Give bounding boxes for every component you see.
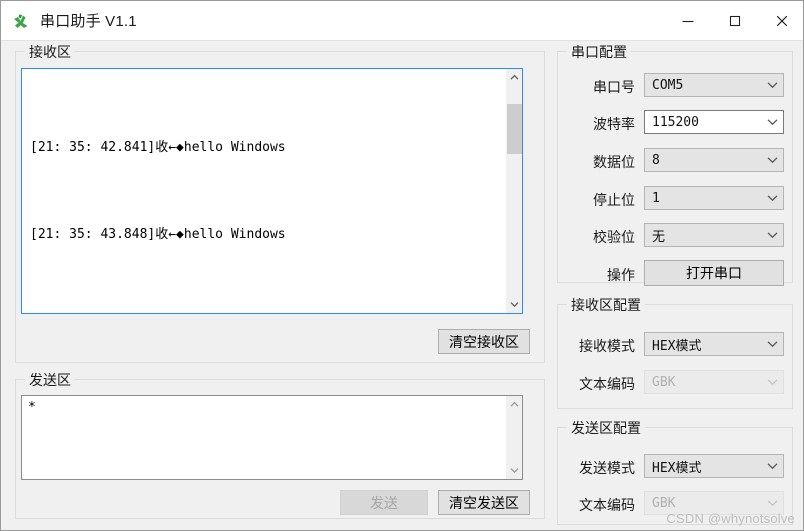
receive-group-title: 接收区 <box>25 42 75 62</box>
receive-line: [21: 35: 43.854]收←◆hello Windows <box>30 307 505 313</box>
qt-logo-icon <box>10 10 32 32</box>
clear-send-button[interactable]: 清空发送区 <box>438 490 530 515</box>
serial-port-combo[interactable]: COM5 <box>644 73 784 97</box>
receive-encoding-value: GBK <box>652 374 676 390</box>
chevron-down-icon <box>761 118 783 126</box>
stop-bits-combo[interactable]: 1 <box>644 186 784 210</box>
receive-encoding-label: 文本编码 <box>579 376 635 392</box>
clear-receive-button[interactable]: 清空接收区 <box>438 329 530 354</box>
window-controls <box>664 1 803 41</box>
baud-rate-label: 波特率 <box>593 116 635 132</box>
serial-port-label: 串口号 <box>593 79 635 95</box>
send-textarea[interactable]: * <box>21 395 523 480</box>
receive-scrollbar[interactable] <box>505 69 522 313</box>
send-config-title: 发送区配置 <box>567 418 645 438</box>
chevron-down-icon <box>761 156 783 164</box>
chevron-down-icon <box>761 499 783 507</box>
receive-encoding-combo[interactable]: GBK <box>644 370 784 394</box>
chevron-down-icon <box>761 81 783 89</box>
send-button[interactable]: 发送 <box>340 490 428 515</box>
send-mode-combo[interactable]: HEX模式 <box>644 454 784 478</box>
receive-mode-value: HEX模式 <box>652 338 702 354</box>
baud-rate-value: 115200 <box>652 114 699 130</box>
serial-config-title: 串口配置 <box>567 42 631 62</box>
receive-mode-combo[interactable]: HEX模式 <box>644 332 784 356</box>
chevron-down-icon <box>761 340 783 348</box>
receive-line: [21: 35: 43.848]收←◆hello Windows <box>30 227 286 242</box>
data-bits-combo[interactable]: 8 <box>644 148 784 172</box>
parity-label: 校验位 <box>593 229 635 245</box>
chevron-down-icon <box>761 462 783 470</box>
open-serial-port-button[interactable]: 打开串口 <box>644 260 784 286</box>
send-text-value: * <box>28 400 36 415</box>
serial-assistant-window: 串口助手 V1.1 接收区 [21: 35: 42.841]收←◆hello W… <box>0 0 804 531</box>
send-encoding-label: 文本编码 <box>579 497 635 513</box>
baud-rate-combo[interactable]: 115200 <box>644 110 784 134</box>
scroll-thumb[interactable] <box>507 104 522 154</box>
maximize-icon[interactable] <box>711 1 758 41</box>
data-bits-value: 8 <box>652 152 660 168</box>
watermark: CSDN @whynotsolve <box>666 511 795 526</box>
receive-mode-label: 接收模式 <box>579 338 635 354</box>
send-mode-label: 发送模式 <box>579 460 635 476</box>
operation-label: 操作 <box>607 267 635 283</box>
data-bits-label: 数据位 <box>593 154 635 170</box>
send-mode-value: HEX模式 <box>652 460 702 476</box>
chevron-down-icon <box>761 194 783 202</box>
window-title: 串口助手 V1.1 <box>40 13 137 30</box>
receive-text-body: [21: 35: 42.841]收←◆hello Windows [21: 35… <box>22 69 505 313</box>
scroll-down-icon[interactable] <box>506 296 522 313</box>
receive-line: [21: 35: 42.841]收←◆hello Windows <box>30 140 286 155</box>
receive-textarea[interactable]: [21: 35: 42.841]收←◆hello Windows [21: 35… <box>21 68 523 314</box>
send-scrollbar[interactable] <box>505 396 522 479</box>
parity-value: 无 <box>652 229 666 245</box>
stop-bits-label: 停止位 <box>593 192 635 208</box>
send-scroll-down-icon[interactable] <box>506 462 522 479</box>
send-scroll-up-icon[interactable] <box>506 396 522 413</box>
receive-config-title: 接收区配置 <box>567 295 645 315</box>
send-group-title: 发送区 <box>25 370 75 390</box>
close-icon[interactable] <box>758 1 803 41</box>
chevron-down-icon <box>761 231 783 239</box>
serial-port-value: COM5 <box>652 77 684 93</box>
send-encoding-value: GBK <box>652 495 676 511</box>
parity-combo[interactable]: 无 <box>644 223 784 247</box>
minimize-icon[interactable] <box>664 1 711 41</box>
title-bar: 串口助手 V1.1 <box>1 1 803 41</box>
chevron-down-icon <box>761 378 783 386</box>
scroll-up-icon[interactable] <box>506 69 522 86</box>
stop-bits-value: 1 <box>652 190 660 206</box>
